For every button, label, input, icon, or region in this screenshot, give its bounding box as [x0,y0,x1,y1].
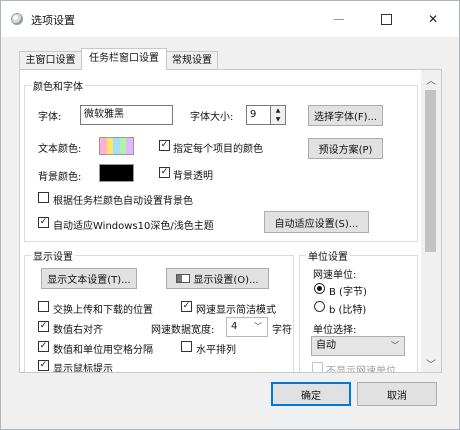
auto-adapt-settings-button[interactable]: 自动适应设置(S)... [264,211,369,233]
spin-down-icon[interactable]: ▼ [271,115,285,124]
bg-color-swatch[interactable] [99,164,134,182]
swap-updown-label: 交换上传和下载的位置 [53,305,153,316]
unit-select[interactable]: 自动 ﹀ [311,336,405,356]
right-align-label: 数值右对齐 [53,325,103,336]
win10-theme-label: 自动适应Windows10深色/浅色主题 [53,221,214,232]
font-size-spinner[interactable]: ▲ ▼ [271,105,286,125]
data-width-label: 网速数据宽度: [151,325,215,336]
hide-unit-label: 不显示网速单位 [326,366,396,373]
font-name-field[interactable]: 微软雅黑 [80,105,173,125]
text-color-label: 文本颜色: [38,144,82,155]
text-color-stripe [100,138,107,154]
text-color-swatch[interactable] [99,137,134,155]
options-dialog: 选项设置 ✕ 主窗口设置 任务栏窗口设置 常规设置 ︿ ﹀ 颜色和字体 字体: … [0,0,460,430]
app-icon [11,13,23,25]
mouse-tip-checkbox[interactable]: ✓ [38,360,49,371]
hide-unit-checkbox[interactable] [312,362,323,372]
title-bar: 选项设置 ✕ [1,1,459,37]
close-button[interactable]: ✕ [412,1,454,37]
display-settings-button[interactable]: 显示设置(O)... [166,268,269,289]
horizontal-layout-checkbox[interactable] [181,341,192,352]
auto-bg-label: 根据任务栏颜色自动设置背景色 [53,196,193,207]
close-icon: ✕ [427,12,439,26]
preset-scheme-button[interactable]: 预设方案(P) [308,138,383,159]
unit-select-value: 自动 [316,340,336,351]
choose-font-button[interactable]: 选择字体(F)... [308,105,383,126]
tab-taskbar-window[interactable]: 任务栏窗口设置 [81,48,167,70]
mouse-tip-label: 显示鼠标提示 [53,364,113,373]
unit-byte-label: B (字节) [329,287,367,298]
win10-theme-checkbox[interactable]: ✓ [38,217,49,228]
text-color-stripe [126,138,133,154]
right-align-checkbox[interactable]: ✓ [38,321,49,332]
scroll-thumb[interactable] [425,90,436,252]
display-settings-label: 显示设置(O)... [193,275,259,286]
color-font-legend: 颜色和字体 [33,82,83,93]
chevron-down-icon: ﹀ [391,341,399,350]
font-label: 字体: [38,112,62,123]
specify-color-label: 指定每个项目的颜色 [173,144,263,155]
text-color-stripe [106,138,114,154]
text-settings-button[interactable]: 显示文本设置(T)... [41,268,137,289]
unit-select-label: 单位选择: [313,325,357,336]
ok-button[interactable]: 确定 [271,382,351,406]
space-separator-label: 数值和单位用空格分隔 [53,345,153,356]
bg-transparent-label: 背景透明 [173,171,213,182]
unit-byte-radio[interactable] [314,283,325,294]
font-size-field[interactable]: 9 [246,105,271,125]
scroll-down-icon[interactable]: ﹀ [421,354,441,372]
display-settings-icon [176,274,191,283]
tab-panel: ︿ ﹀ 颜色和字体 字体: 微软雅黑 字体大小: 9 ▲ ▼ 选择字体(F)..… [19,69,442,373]
specify-color-checkbox[interactable]: ✓ [159,140,170,151]
window-title: 选项设置 [31,14,75,27]
bg-color-label: 背景颜色: [38,172,82,183]
unit-bit-label: b (比特) [329,305,367,316]
horizontal-layout-label: 水平排列 [196,345,236,356]
chevron-down-icon: ﹀ [254,322,262,331]
unit-settings-legend: 单位设置 [308,252,348,263]
spin-up-icon[interactable]: ▲ [271,106,285,115]
unit-bit-radio[interactable] [314,301,325,312]
maximize-icon [380,13,392,25]
tab-general[interactable]: 常规设置 [166,51,218,69]
bg-transparent-checkbox[interactable]: ✓ [159,167,170,178]
minimize-button[interactable] [318,1,360,37]
space-separator-checkbox[interactable]: ✓ [38,341,49,352]
scroll-up-icon[interactable]: ︿ [421,70,441,88]
text-color-stripe [119,138,127,154]
tab-main-window[interactable]: 主窗口设置 [19,51,82,69]
vertical-scrollbar[interactable]: ︿ ﹀ [421,70,441,372]
minimize-icon [334,18,344,20]
text-color-stripe [113,138,120,154]
speed-unit-label: 网速单位: [313,270,357,281]
display-settings-legend: 显示设置 [33,252,73,263]
data-width-value: 4 [231,321,238,332]
swap-updown-checkbox[interactable] [38,301,49,312]
concise-mode-checkbox[interactable]: ✓ [181,301,192,312]
cancel-button[interactable]: 取消 [357,382,437,406]
auto-bg-checkbox[interactable] [38,192,49,203]
maximize-button[interactable] [365,1,407,37]
concise-mode-label: 网速显示简洁模式 [196,305,276,316]
data-width-unit: 字符 [272,325,292,336]
data-width-select[interactable]: 4 ﹀ [226,317,268,337]
font-size-label: 字体大小: [190,112,234,123]
